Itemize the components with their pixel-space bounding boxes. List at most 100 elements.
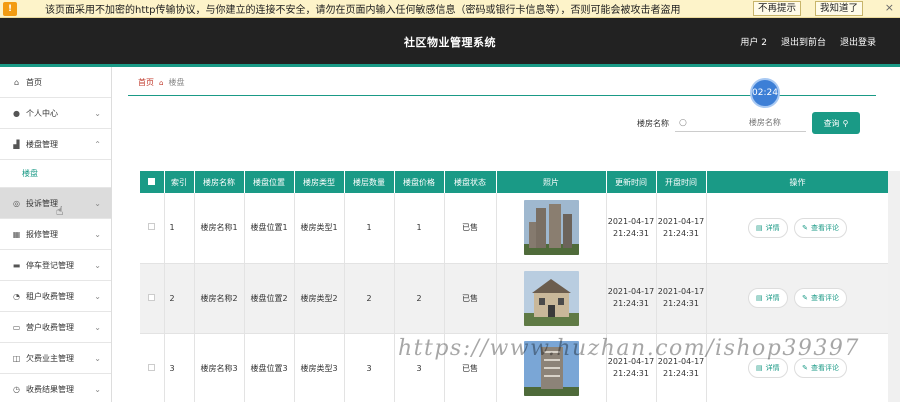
detail-button[interactable]: ▤ 详情	[747, 217, 788, 238]
view-comments-label: 查看评论	[811, 294, 840, 302]
watermark: https://www.huzhan.com/ishop39397	[398, 336, 860, 361]
chevron-down-icon: ⌄	[94, 353, 101, 363]
sidebar-item-fee-result-management[interactable]: ◷ 收费结果管理 ⌄	[0, 374, 111, 402]
logout-link[interactable]: 退出登录	[840, 35, 876, 48]
breadcrumb-current: 楼盘	[168, 78, 185, 87]
chevron-down-icon: ⌄	[94, 322, 101, 332]
cell-index: 2	[164, 263, 195, 334]
cell-name: 楼房名称2	[194, 263, 245, 334]
sidebar-item-label: 投诉管理	[26, 198, 58, 208]
sidebar-item-label: 欠费业主管理	[26, 353, 74, 363]
timer-badge: 02:24	[750, 78, 780, 108]
sidebar-item-label: 停车登记管理	[26, 260, 74, 270]
sidebar-item-home[interactable]: ⌂ 首页	[0, 67, 111, 98]
column-header: 更新时间	[606, 171, 657, 193]
row-checkbox[interactable]	[140, 263, 165, 334]
got-it-button[interactable]: 我知道了	[815, 1, 864, 16]
building-photo	[523, 270, 579, 326]
edit-icon: ✎	[802, 364, 809, 372]
cell-index: 3	[164, 333, 195, 402]
fee-icon: ◔	[13, 291, 20, 301]
building-table: 索引 楼房名称 楼盘位置 楼房类型 楼层数量 楼盘价格 楼盘状态 照片 更新时间…	[140, 171, 890, 402]
user-menu[interactable]: 用户 2	[740, 35, 767, 48]
cell-location: 楼盘位置1	[244, 193, 295, 264]
view-comments-button[interactable]: ✎ 查看评论	[794, 358, 848, 378]
cell-name: 楼房名称1	[194, 193, 245, 264]
column-header: 楼房名称	[194, 171, 245, 193]
cell-actions: ▤ 详情 ✎ 查看评论	[706, 193, 890, 264]
query-button-label: 查询	[823, 118, 840, 128]
sidebar-item-label: 报修管理	[26, 229, 58, 239]
sidebar-item-label: 首页	[26, 77, 42, 87]
sidebar-item-building-management[interactable]: ▟ 楼盘管理 ⌃	[0, 129, 111, 160]
search-field[interactable]: ○	[675, 114, 849, 132]
cell-location: 楼盘位置3	[244, 333, 295, 402]
cell-type: 楼房类型1	[294, 193, 345, 264]
row-checkbox[interactable]	[140, 193, 165, 264]
detail-button-label: 详情	[765, 223, 780, 232]
chevron-down-icon: ⌄	[94, 229, 101, 239]
cell-updated-time: 2021-04-17 21:24:31	[606, 193, 657, 264]
home-icon: ⌂	[13, 77, 20, 87]
view-comments-button[interactable]: ✎ 查看评论	[794, 217, 848, 238]
cell-type: 楼房类型2	[294, 263, 345, 334]
cell-price: 1	[394, 193, 445, 264]
sidebar-item-personal-center[interactable]: ● 个人中心 ⌄	[0, 98, 111, 129]
sidebar-item-label: 楼盘管理	[26, 139, 58, 149]
view-comments-button[interactable]: ✎ 查看评论	[794, 288, 848, 308]
chevron-down-icon: ⌄	[94, 198, 101, 208]
sidebar-item-repair-management[interactable]: ▦ 报修管理 ⌄	[0, 219, 111, 250]
parking-icon: ▬	[12, 260, 21, 270]
back-to-front-link[interactable]: 退出到前台	[781, 35, 826, 48]
repair-icon: ▦	[12, 229, 21, 239]
breadcrumb-home[interactable]: 首页	[138, 77, 154, 88]
detail-button-label: 详情	[765, 294, 780, 302]
sidebar-item-label: 营户收费管理	[26, 322, 74, 332]
complaint-icon: ◎	[13, 198, 20, 208]
sidebar-item-label: 个人中心	[26, 108, 58, 118]
security-warning-bar: ! 该页面采用不加密的http传输协议，与你建立的连接不安全，请勿在页面内输入任…	[0, 0, 900, 18]
chevron-down-icon: ⌄	[94, 291, 101, 301]
column-header: 索引	[164, 171, 195, 193]
app-header: 社区物业管理系统 用户 2 退出到前台 退出登录	[0, 18, 900, 64]
column-header: 楼盘位置	[244, 171, 295, 193]
query-button[interactable]: 查询 ⚲	[812, 112, 860, 134]
column-header: 开盘时间	[656, 171, 707, 193]
chevron-down-icon: ⌄	[94, 384, 101, 394]
select-all-checkbox[interactable]	[140, 171, 165, 193]
table-row: 2 楼房名称2 楼盘位置2 楼房类型2 2 2 已售 2021-04-17 21…	[140, 263, 890, 334]
sidebar-subitem-building[interactable]: 楼盘	[0, 160, 111, 188]
detail-button[interactable]: ▤ 详情	[747, 288, 788, 308]
search-icon: ⚲	[842, 118, 849, 128]
table-row: 1 楼房名称1 楼盘位置1 楼房类型1 1 1 已售 2021-04-17 21…	[140, 193, 890, 264]
cell-floors: 3	[344, 333, 395, 402]
sidebar-item-arrears-management[interactable]: ◫ 欠费业主管理 ⌄	[0, 343, 111, 374]
close-icon[interactable]: ×	[885, 1, 894, 14]
breadcrumb: 首页 ⌂ 楼盘	[138, 77, 184, 88]
cell-opening-time: 2021-04-17 21:24:31	[656, 263, 707, 334]
cell-price: 2	[394, 263, 445, 334]
edit-icon: ✎	[802, 223, 809, 232]
sidebar-item-tenant-fee-management[interactable]: ◔ 租户收费管理 ⌄	[0, 281, 111, 312]
view-comments-label: 查看评论	[811, 223, 840, 232]
sidebar-item-payment-management[interactable]: ▭ 营户收费管理 ⌄	[0, 312, 111, 343]
edit-icon: ✎	[802, 294, 809, 302]
cell-status: 已售	[444, 193, 497, 264]
detail-button[interactable]: ▤ 详情	[747, 358, 788, 378]
no-remind-button[interactable]: 不再提示	[753, 1, 802, 16]
cell-opening-time: 2021-04-17 21:24:31	[656, 193, 707, 264]
chevron-down-icon: ⌄	[94, 108, 101, 118]
cell-photo	[496, 193, 607, 264]
sidebar-item-parking-management[interactable]: ▬ 停车登记管理 ⌄	[0, 250, 111, 281]
warning-icon: !	[3, 1, 17, 16]
row-checkbox[interactable]	[140, 333, 165, 402]
cell-actions: ▤ 详情 ✎ 查看评论	[706, 263, 890, 334]
detail-icon: ▤	[755, 364, 763, 372]
detail-button-label: 详情	[765, 364, 780, 372]
header-accent-line	[0, 64, 900, 67]
vertical-scrollbar[interactable]	[888, 171, 900, 402]
column-header: 楼盘价格	[394, 171, 445, 193]
column-header: 楼层数量	[344, 171, 395, 193]
sidebar: ⌂ 首页 ● 个人中心 ⌄ ▟ 楼盘管理 ⌃ 楼盘 ◎ 投诉管理 ⌄ ▦ 报修管…	[0, 67, 112, 402]
result-icon: ◷	[13, 384, 20, 394]
